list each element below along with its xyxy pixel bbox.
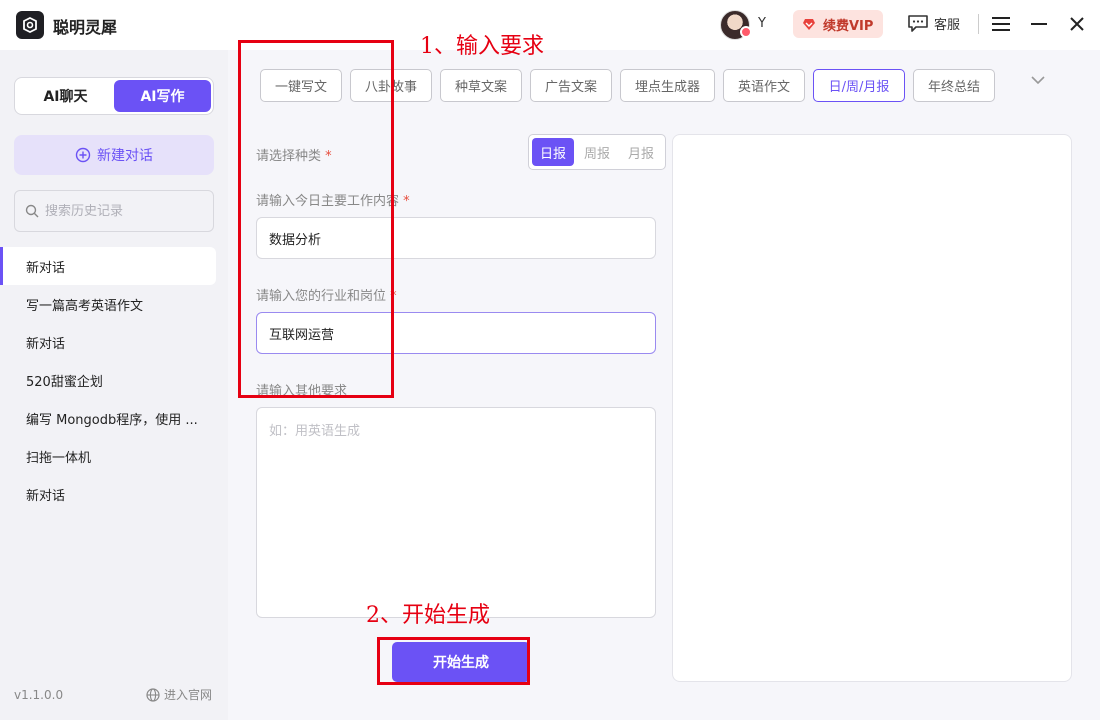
history-item[interactable]: 新对话	[0, 323, 216, 361]
header-divider	[978, 14, 979, 34]
work-content-label: 请输入今日主要工作内容 *	[256, 194, 410, 209]
history-item[interactable]: 写一篇高考英语作文	[0, 285, 216, 323]
annotation-step-1: 1、输入要求	[420, 34, 544, 59]
other-requirements-label: 请输入其他要求	[256, 384, 348, 399]
start-generate-button[interactable]: 开始生成	[392, 642, 530, 682]
renew-vip-label: 续费VIP	[823, 18, 874, 34]
hamburger-menu-icon	[992, 17, 1010, 31]
minimize-icon	[1031, 23, 1047, 25]
tab-daily-weekly-monthly-report[interactable]: 日/周/月报	[813, 69, 905, 102]
close-icon	[1070, 17, 1084, 31]
history-item[interactable]: 520甜蜜企划	[0, 361, 216, 399]
annotation-step-2: 2、开始生成	[366, 603, 490, 628]
main-panel: 一键写文 八卦故事 种草文案 广告文案 埋点生成器 英语作文 日/周/月报 年终…	[228, 50, 1100, 720]
required-mark: *	[403, 194, 410, 209]
tab-tracking-generator[interactable]: 埋点生成器	[620, 69, 715, 102]
menu-button[interactable]	[989, 12, 1013, 36]
minimize-button[interactable]	[1027, 12, 1051, 36]
title-bar: 聪明灵犀 Y 续费VIP 客服	[0, 0, 1100, 50]
report-type-label: 请选择种类 *	[256, 149, 332, 164]
close-button[interactable]	[1065, 12, 1089, 36]
industry-position-input[interactable]	[256, 312, 656, 354]
tab-year-end-summary[interactable]: 年终总结	[913, 69, 995, 102]
user-name: Y	[758, 16, 766, 31]
new-chat-label: 新建对话	[97, 148, 153, 164]
required-mark: *	[325, 149, 332, 164]
required-mark: *	[390, 289, 397, 304]
report-type-weekly[interactable]: 周报	[576, 138, 618, 166]
heart-diamond-icon	[803, 19, 815, 30]
renew-vip-button[interactable]: 续费VIP	[793, 10, 883, 38]
vip-badge-icon	[740, 26, 752, 38]
report-type-selector: 日报 周报 月报	[528, 134, 666, 170]
mode-tab-ai-writing[interactable]: AI写作	[114, 80, 211, 112]
history-item[interactable]: 扫拖一体机	[0, 437, 216, 475]
more-tabs-button[interactable]	[1030, 74, 1046, 89]
tab-one-click-writing[interactable]: 一键写文	[260, 69, 342, 102]
chat-bubble-icon	[908, 15, 928, 32]
report-type-daily[interactable]: 日报	[532, 138, 574, 166]
app-title: 聪明灵犀	[53, 18, 118, 37]
tab-ad-copy[interactable]: 广告文案	[530, 69, 612, 102]
report-type-monthly[interactable]: 月报	[620, 138, 662, 166]
mode-toggle: AI聊天 AI写作	[14, 77, 214, 115]
writing-type-tabs: 一键写文 八卦故事 种草文案 广告文案 埋点生成器 英语作文 日/周/月报 年终…	[260, 69, 995, 102]
official-site-link[interactable]: 进入官网	[146, 686, 212, 703]
industry-position-label: 请输入您的行业和岗位 *	[256, 289, 397, 304]
plus-circle-icon	[75, 147, 91, 163]
history-search-input[interactable]	[45, 203, 205, 219]
work-content-input[interactable]	[256, 217, 656, 259]
other-requirements-textarea[interactable]	[256, 407, 656, 618]
globe-icon	[146, 687, 160, 702]
history-item[interactable]: 新对话	[0, 475, 216, 513]
mode-tab-ai-chat[interactable]: AI聊天	[17, 80, 114, 112]
history-item[interactable]: 编写 Mongodb程序，使用 ...	[0, 399, 216, 437]
app-version: v1.1.0.0	[14, 688, 64, 702]
history-search	[14, 190, 214, 232]
history-item[interactable]: 新对话	[0, 247, 216, 285]
history-list: 新对话 写一篇高考英语作文 新对话 520甜蜜企划 编写 Mongodb程序，使…	[0, 247, 228, 513]
search-icon	[25, 204, 39, 218]
app-logo-icon	[16, 11, 44, 39]
new-chat-button[interactable]: 新建对话	[14, 135, 214, 175]
customer-service-button[interactable]: 客服	[907, 13, 960, 33]
report-form: 请选择种类 * 日报 周报 月报 请输入今日主要工作内容 * 请输入您的行业和岗…	[238, 122, 672, 720]
customer-service-label: 客服	[934, 17, 961, 33]
tab-english-essay[interactable]: 英语作文	[723, 69, 805, 102]
sidebar: AI聊天 AI写作 新建对话 新对话 写一篇高考英语作文 新对话 520甜蜜企划…	[0, 50, 228, 720]
tab-gossip-story[interactable]: 八卦故事	[350, 69, 432, 102]
output-panel	[672, 134, 1072, 682]
official-site-label: 进入官网	[164, 688, 213, 702]
chevron-down-icon	[1031, 76, 1045, 85]
tab-seeding-copy[interactable]: 种草文案	[440, 69, 522, 102]
